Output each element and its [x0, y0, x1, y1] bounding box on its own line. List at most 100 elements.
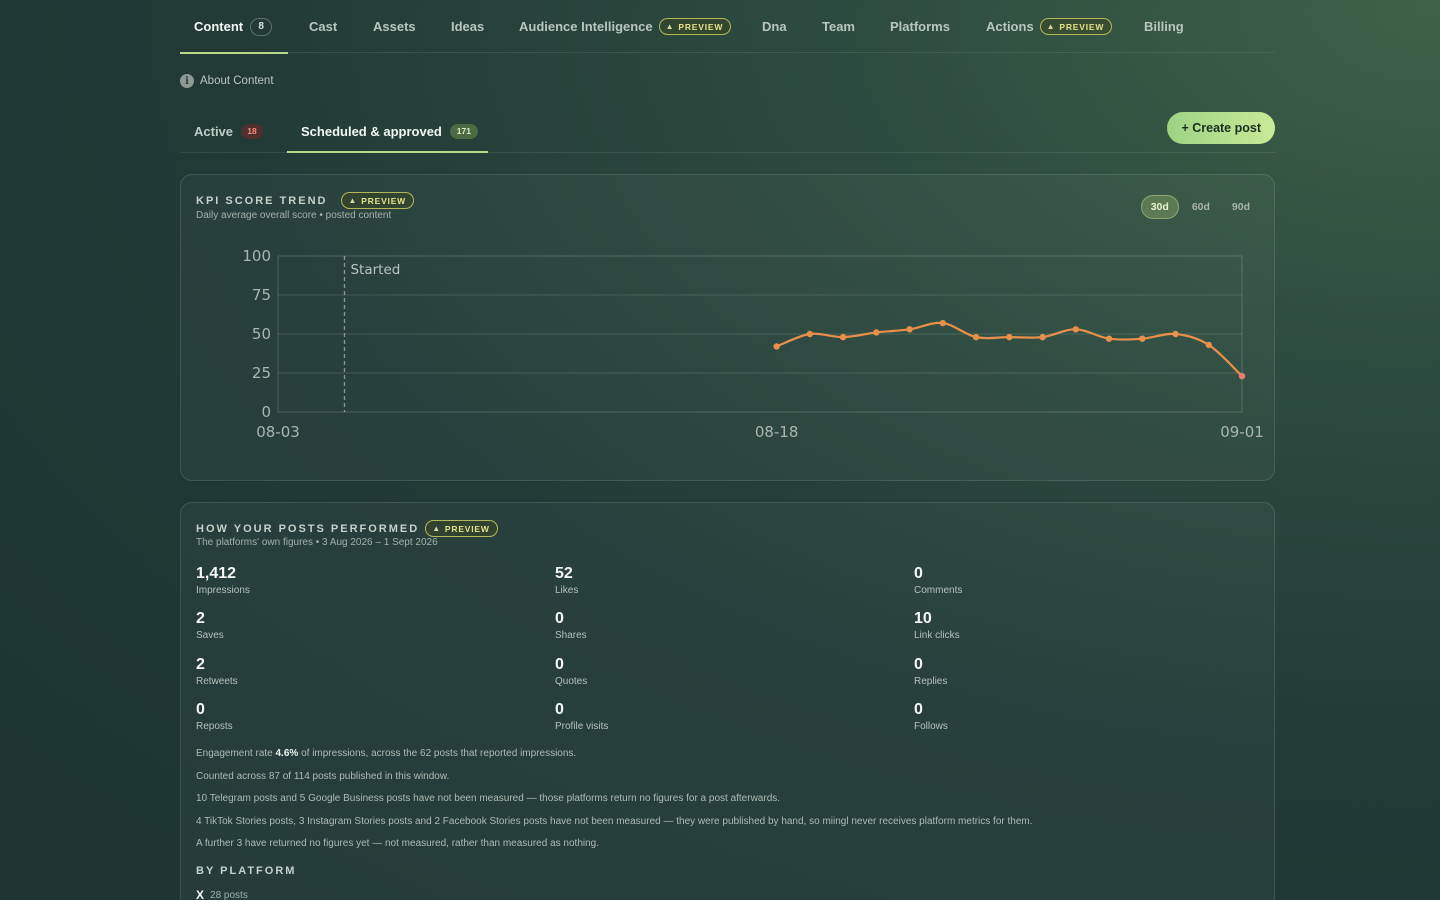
tab-assets[interactable]: Assets — [373, 0, 416, 53]
tab-label: Actions — [986, 19, 1034, 34]
stat-saves: 2 Saves — [196, 610, 224, 641]
tab-actions[interactable]: Actions ▲ PREVIEW — [986, 0, 1113, 53]
tab-ideas[interactable]: Ideas — [451, 0, 484, 53]
kpi-data-point — [1172, 330, 1179, 338]
count-badge: 8 — [250, 17, 273, 36]
kpi-data-point — [873, 329, 880, 336]
stat-value: 0 — [555, 701, 564, 718]
stat-label: Shares — [555, 630, 587, 641]
preview-badge-label: PREVIEW — [444, 523, 490, 534]
tab-label: Audience Intelligence — [519, 19, 653, 34]
engagement-rate-value: 4.6% — [275, 748, 299, 759]
unmeasured-platforms-note: 10 Telegram posts and 5 Google Business … — [196, 793, 781, 804]
stat-quotes: 0 Quotes — [555, 656, 587, 687]
pending-note: A further 3 have returned no figures yet… — [196, 838, 600, 849]
x-tick-label: 08-18 — [755, 423, 799, 441]
tab-cast[interactable]: Cast — [309, 0, 337, 53]
tab-dna[interactable]: Dna — [762, 0, 787, 53]
engagement-rate-note: Engagement rate 4.6% of impressions, acr… — [196, 748, 576, 759]
stat-label: Saves — [196, 630, 224, 641]
stat-reposts: 0 Reposts — [196, 701, 233, 732]
preview-badge: ▲ PREVIEW — [658, 18, 732, 35]
stat-label: Follows — [914, 721, 948, 732]
stat-label: Profile visits — [555, 721, 609, 732]
kpi-data-point — [1105, 335, 1113, 342]
about-label: About Content — [200, 75, 274, 87]
stat-label: Retweets — [196, 676, 238, 687]
y-tick-label: 25 — [252, 364, 271, 382]
stat-value: 52 — [555, 565, 573, 582]
kpi-data-point — [839, 333, 847, 341]
by-platform-heading: BY PLATFORM — [196, 865, 297, 877]
stat-value: 0 — [555, 610, 564, 627]
count-badge: 171 — [449, 123, 478, 139]
tab-content[interactable]: Content 8 — [180, 0, 288, 54]
tab-label: Ideas — [451, 19, 485, 34]
stat-label: Link clicks — [914, 630, 960, 641]
stat-link-clicks: 10 Link clicks — [914, 610, 960, 641]
info-icon: i — [180, 74, 194, 88]
stat-retweets: 2 Retweets — [196, 656, 238, 687]
kpi-data-point — [773, 343, 780, 350]
stat-value: 2 — [196, 656, 205, 673]
preview-badge-label: PREVIEW — [1059, 21, 1105, 32]
y-tick-label: 75 — [252, 286, 271, 304]
preview-badge-label: PREVIEW — [678, 21, 724, 32]
subtab-active[interactable]: Active 18 — [180, 110, 279, 152]
kpi-data-point — [906, 326, 913, 333]
graduation-cap-icon: ▲ — [665, 22, 675, 31]
kpi-line-chart: 0 25 50 75 100 08-03 08-18 09-01 Started — [242, 247, 1264, 441]
engagement-prefix: Engagement rate — [196, 748, 276, 759]
kpi-data-point — [1006, 333, 1013, 341]
kpi-series-line — [776, 321, 1243, 377]
stories-note: 4 TikTok Stories posts, 3 Instagram Stor… — [196, 816, 1033, 827]
kpi-trend-card: KPI SCORE TREND ▲ PREVIEW Daily average o… — [180, 174, 1275, 481]
y-tick-label: 100 — [242, 247, 271, 265]
tab-label: Assets — [373, 19, 416, 34]
stat-label: Quotes — [555, 676, 588, 687]
platform-row-x[interactable]: X 28 posts — [196, 888, 248, 900]
kpi-data-point — [972, 333, 980, 341]
stat-label: Comments — [914, 585, 963, 596]
stat-label: Reposts — [196, 721, 233, 732]
stat-comments: 0 Comments — [914, 565, 962, 596]
preview-badge: ▲ PREVIEW — [425, 520, 498, 537]
about-content-link[interactable]: i About Content — [180, 74, 274, 88]
subtab-scheduled-approved[interactable]: Scheduled & approved 171 — [287, 110, 488, 153]
y-tick-label: 50 — [252, 325, 271, 343]
tab-label: Platforms — [890, 19, 950, 34]
tab-platforms[interactable]: Platforms — [890, 0, 950, 53]
create-post-button[interactable]: + Create post — [1167, 112, 1275, 144]
stat-value: 0 — [196, 701, 205, 718]
tab-billing[interactable]: Billing — [1144, 0, 1184, 53]
kpi-data-point — [1205, 341, 1212, 349]
subtab-label: Active — [194, 123, 234, 139]
tab-label: Dna — [762, 19, 787, 34]
platform-post-count: 28 posts — [210, 889, 248, 900]
x-tick-label: 09-01 — [1220, 423, 1264, 441]
stat-replies: 0 Replies — [914, 656, 947, 687]
stat-value: 1,412 — [196, 565, 237, 582]
stat-impressions: 1,412 Impressions — [196, 565, 250, 596]
graduation-cap-icon: ▲ — [1046, 22, 1056, 31]
kpi-data-point — [1072, 326, 1079, 333]
kpi-data-point — [1238, 372, 1246, 380]
graduation-cap-icon: ▲ — [432, 524, 441, 533]
stat-value: 0 — [914, 656, 923, 673]
tab-team[interactable]: Team — [822, 0, 855, 53]
tab-label: Content — [194, 19, 244, 34]
started-annotation-label: Started — [350, 262, 400, 278]
stat-profile-visits: 0 Profile visits — [555, 701, 608, 732]
content-page: Content 8 Cast Assets Ideas Audience Int… — [180, 0, 1275, 900]
x-icon: X — [196, 888, 205, 900]
stat-label: Impressions — [196, 585, 250, 596]
stat-label: Replies — [914, 676, 948, 687]
stat-follows: 0 Follows — [914, 701, 948, 732]
stat-label: Likes — [555, 585, 579, 596]
engagement-suffix: of impressions, across the 62 posts that… — [298, 748, 577, 759]
stat-value: 0 — [914, 701, 923, 718]
tab-audience-intelligence[interactable]: Audience Intelligence ▲ PREVIEW — [519, 0, 732, 53]
stat-value: 0 — [555, 656, 564, 673]
coverage-note: Counted across 87 of 114 posts published… — [196, 771, 450, 782]
kpi-data-point — [1139, 335, 1146, 342]
